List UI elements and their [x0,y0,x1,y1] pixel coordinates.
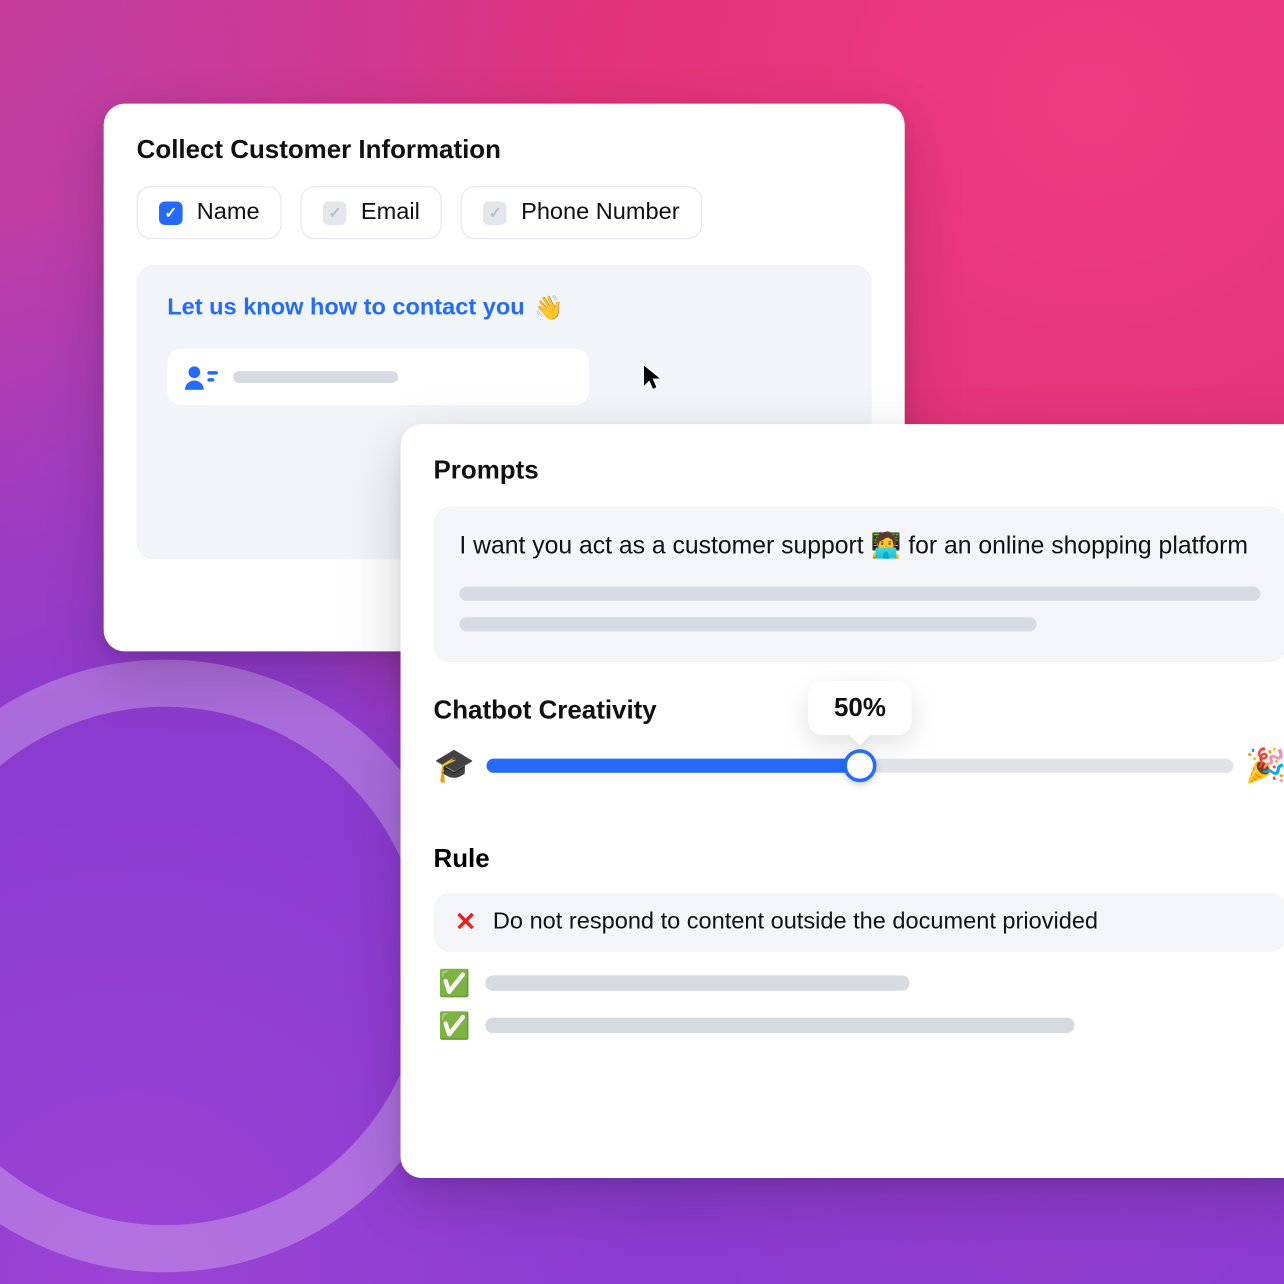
collect-option-label: Name [197,199,260,226]
wave-emoji-icon: 👋 [534,293,563,322]
party-popper-icon: 🎉 [1245,749,1284,782]
rule-item-allow[interactable]: ✅ [434,970,1284,996]
prompt-editor[interactable]: I want you act as a customer support 🧑‍💻… [434,507,1284,662]
creativity-section: Chatbot Creativity 🎓 50% 🎉 [434,694,1284,781]
rule-item-text: Do not respond to content outside the do… [493,908,1098,935]
collect-option-label: Phone Number [521,199,679,226]
prompts-card: Prompts I want you act as a customer sup… [401,424,1284,1178]
rule-placeholder-bar [485,1018,1074,1033]
allow-icon: ✅ [438,970,469,996]
creativity-slider[interactable]: 50% [486,753,1233,777]
slider-fill [486,758,860,772]
rule-title: Rule [434,843,1284,874]
prompt-skeleton-line [459,617,1036,631]
allow-icon: ✅ [438,1012,469,1038]
slider-tooltip: 50% [808,680,912,734]
collect-option-name[interactable]: ✓ Name [137,186,282,239]
prompt-skeleton-line [459,586,1260,600]
collect-options-row: ✓ Name ✓ Email ✓ Phone Number [137,186,872,239]
collect-option-label: Email [361,199,420,226]
collect-option-email[interactable]: ✓ Email [301,186,442,239]
checkbox-unchecked-icon: ✓ [483,201,507,225]
collect-title: Collect Customer Information [137,134,872,165]
technologist-emoji-icon: 🧑‍💻 [871,532,902,559]
rule-placeholder-bar [485,975,909,990]
deny-icon: ✕ [455,906,477,937]
checkbox-checked-icon: ✓ [159,201,183,225]
collect-option-phone[interactable]: ✓ Phone Number [461,186,702,239]
prompt-text-line: I want you act as a customer support 🧑‍💻… [459,528,1260,565]
person-icon [184,364,219,390]
input-placeholder-bar [233,371,398,383]
preview-heading-text: Let us know how to contact you [167,295,524,322]
rule-item-deny[interactable]: ✕ Do not respond to content outside the … [434,892,1284,951]
slider-thumb[interactable] [843,749,876,782]
contact-name-input[interactable] [167,349,589,406]
checkbox-unchecked-icon: ✓ [323,201,347,225]
rule-item-allow[interactable]: ✅ [434,1012,1284,1038]
grad-cap-icon: 🎓 [434,749,475,782]
contact-preview-heading: Let us know how to contact you 👋 [167,293,841,322]
prompts-title: Prompts [434,455,1284,486]
